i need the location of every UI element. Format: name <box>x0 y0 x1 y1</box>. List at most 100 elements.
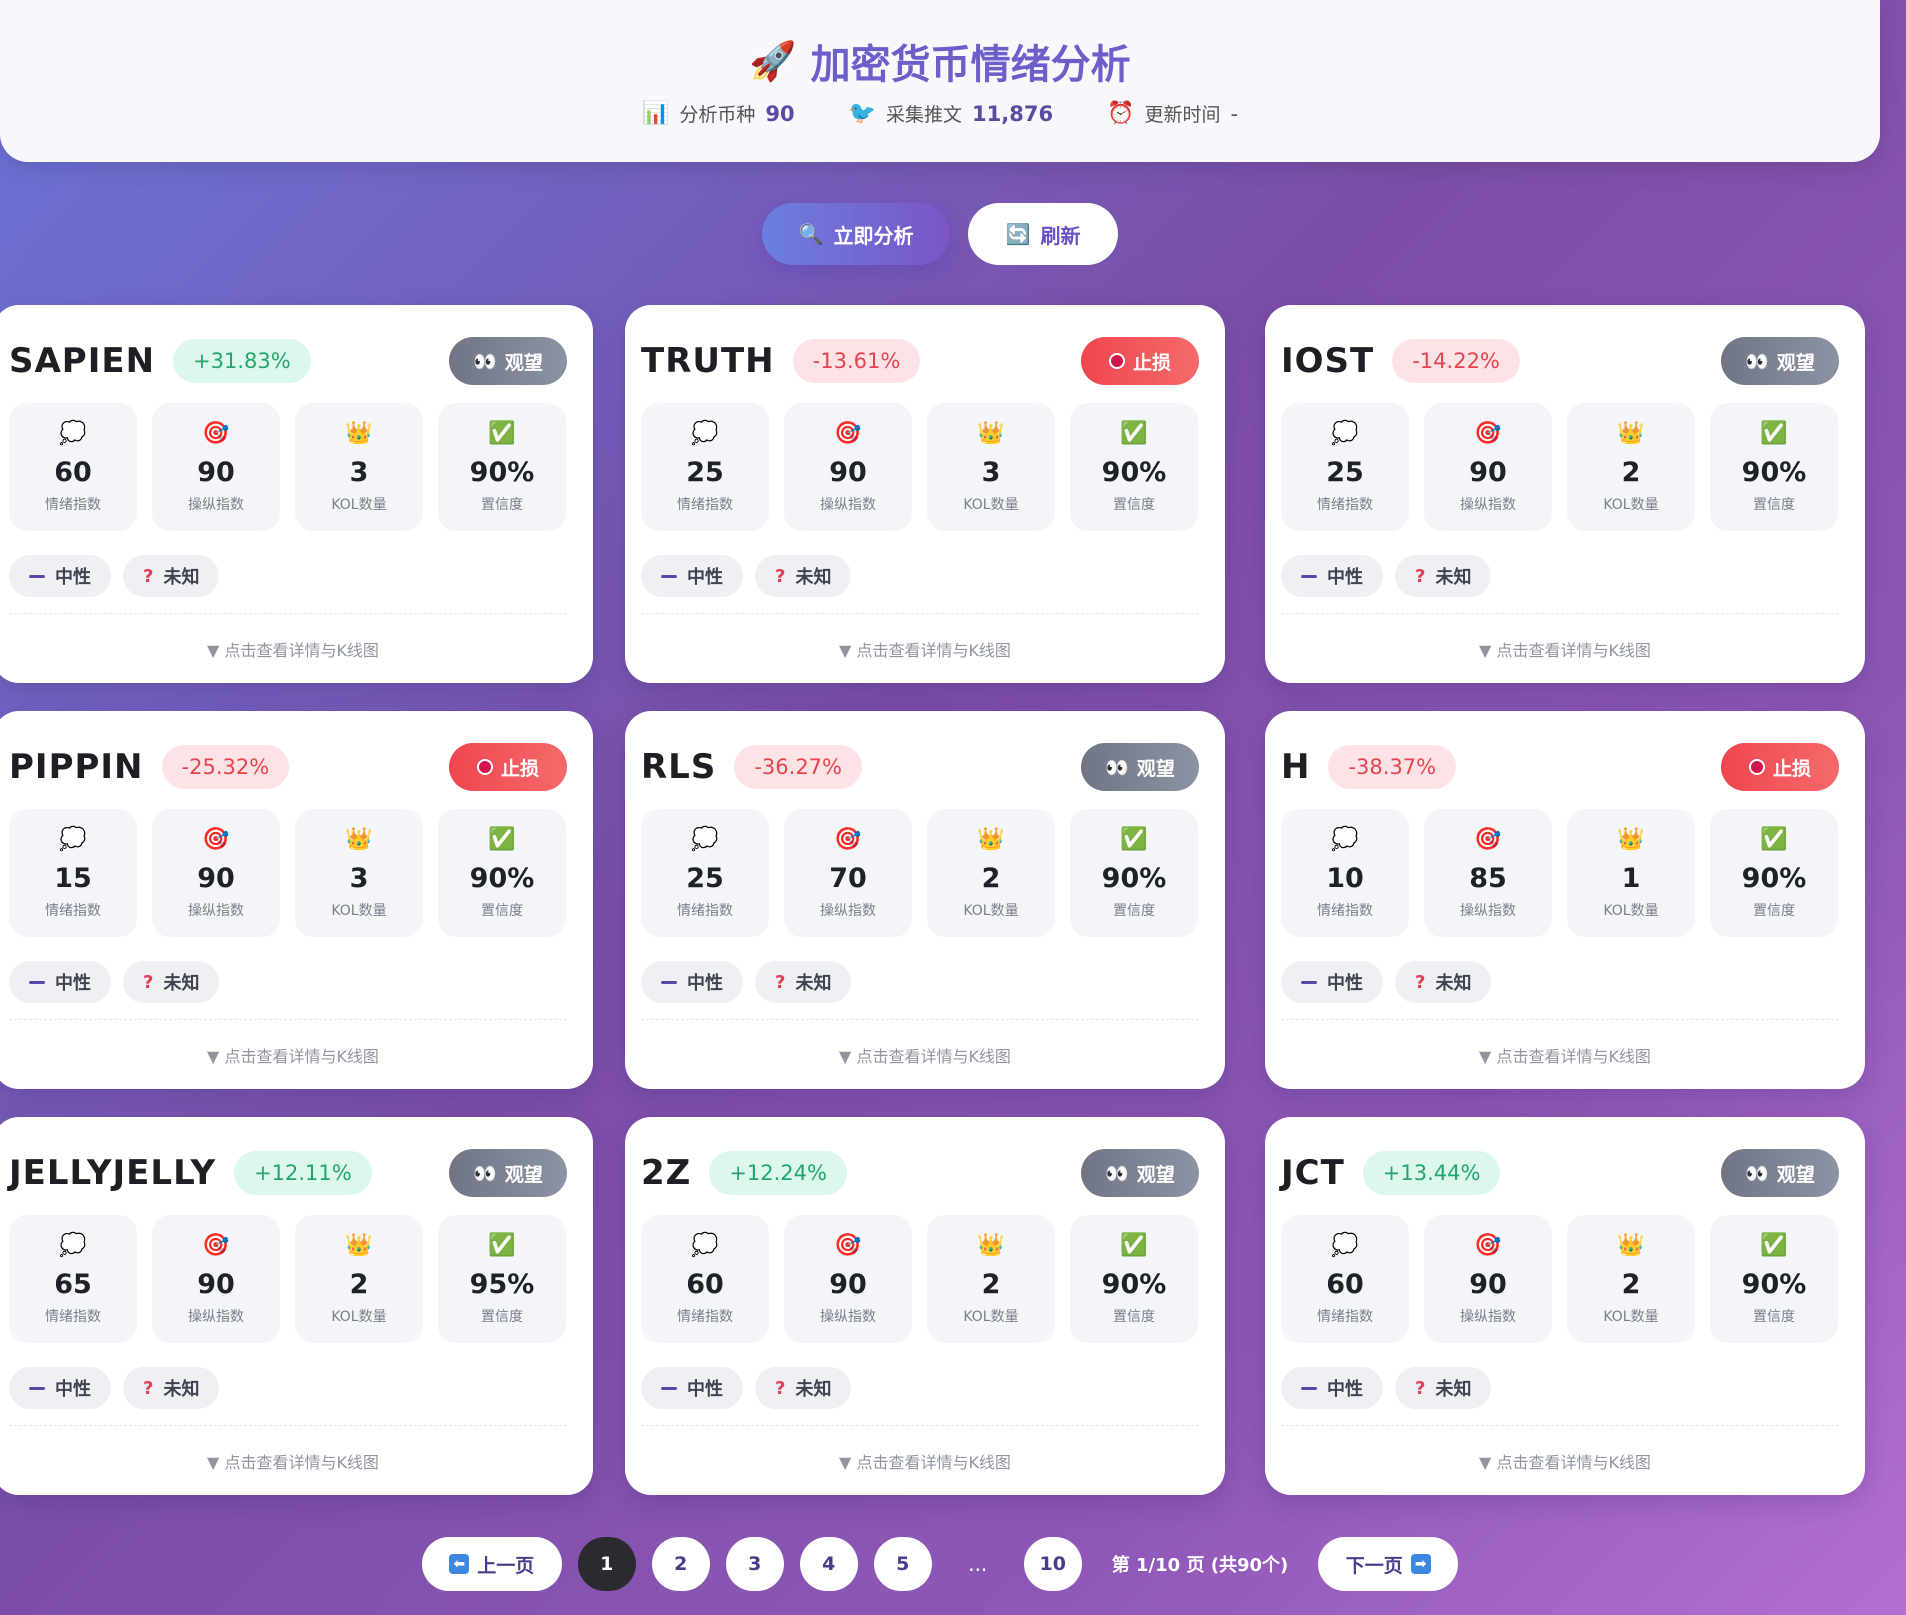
coin-card[interactable]: 2Z +12.24% 👀 观望 💭 60 情绪指数 🎯 90 操纵指数 👑 2 KOL数量 ✅ 90% 置信度… <box>625 1117 1225 1495</box>
view-detail-link[interactable]: ▼ 点击查看详情与K线图 <box>625 1043 1225 1067</box>
dash-icon <box>1301 980 1317 984</box>
metric-kol: 👑 2 KOL数量 <box>295 1215 423 1343</box>
action-tag: 👀 观望 <box>1081 743 1199 791</box>
pill-label: 未知 <box>1435 567 1472 588</box>
coin-symbol: PIPPIN <box>9 747 144 787</box>
view-detail-link[interactable]: ▼ 点击查看详情与K线图 <box>0 1449 593 1473</box>
pill-label: 中性 <box>55 1379 91 1400</box>
metric-label: 情绪指数 <box>677 1309 733 1325</box>
action-tag-label: 观望 <box>1776 351 1815 374</box>
metric-confidence: ✅ 90% 置信度 <box>438 403 566 531</box>
pill-label: 中性 <box>1327 1379 1363 1400</box>
pill-label: 中性 <box>687 973 723 994</box>
coin-symbol: SAPIEN <box>9 341 156 381</box>
arrow-left-icon: ⬅ <box>449 1554 470 1574</box>
page-button-3[interactable]: 3 <box>725 1537 784 1591</box>
metric-value: 90 <box>829 457 867 488</box>
view-detail-link[interactable]: ▼ 点击查看详情与K线图 <box>1265 637 1865 661</box>
card-header: H -38.37% 止损 <box>1281 741 1839 793</box>
metric-sentiment: 💭 10 情绪指数 <box>1281 809 1409 937</box>
dash-icon <box>29 980 45 984</box>
pill-unknown: ? 未知 <box>755 1367 852 1409</box>
pill-neutral: 中性 <box>9 1367 111 1409</box>
speech-bubble-icon: 💭 <box>1331 1233 1359 1258</box>
page-button-10[interactable]: 10 <box>1023 1537 1082 1591</box>
card-divider <box>641 613 1199 614</box>
metric-value: 25 <box>686 863 724 894</box>
pill-label: 中性 <box>55 973 91 994</box>
metric-value: 90 <box>197 863 235 894</box>
check-mark-icon: ✅ <box>1760 421 1788 446</box>
metric-label: KOL数量 <box>1603 1309 1659 1325</box>
prev-page-button[interactable]: ⬅ 上一页 <box>421 1537 562 1591</box>
metric-value: 90% <box>1101 1269 1167 1300</box>
page-button-5[interactable]: 5 <box>873 1537 932 1591</box>
action-tag: 👀 观望 <box>1721 337 1839 385</box>
stats-bar: 📊 分析币种 90 🐦 采集推文 11,876 ⏰ 更新时间 - <box>0 100 1880 127</box>
eyes-icon: 👀 <box>473 350 497 373</box>
card-header: TRUTH -13.61% 止损 <box>641 335 1199 387</box>
metric-label: 情绪指数 <box>677 497 733 513</box>
target-icon: 🎯 <box>202 827 230 852</box>
view-detail-link[interactable]: ▼ 点击查看详情与K线图 <box>0 637 593 661</box>
status-pills: 中性? 未知 <box>641 961 852 1003</box>
card-divider <box>9 1425 567 1426</box>
pill-neutral: 中性 <box>1281 961 1383 1003</box>
card-divider <box>9 613 567 614</box>
arrow-right-icon: ➡ <box>1410 1554 1431 1574</box>
view-detail-link[interactable]: ▼ 点击查看详情与K线图 <box>0 1043 593 1067</box>
metrics-row: 💭 60 情绪指数 🎯 90 操纵指数 👑 3 KOL数量 ✅ 90% 置信度 <box>9 403 566 531</box>
refresh-button[interactable]: 🔄 刷新 <box>968 203 1118 265</box>
coin-card[interactable]: JCT +13.44% 👀 观望 💭 60 情绪指数 🎯 90 操纵指数 👑 2 KOL数量 ✅ 90% 置信… <box>1265 1117 1865 1495</box>
next-page-button[interactable]: 下一页 ➡ <box>1318 1537 1459 1591</box>
triangle-down-icon: ▼ <box>207 1047 225 1066</box>
coin-card[interactable]: JELLYJELLY +12.11% 👀 观望 💭 65 情绪指数 🎯 90 操纵指数 👑 2 KOL数… <box>0 1117 593 1495</box>
question-mark-icon: ? <box>1415 565 1426 587</box>
pill-label: 中性 <box>1327 567 1363 588</box>
pill-label: 未知 <box>795 567 832 588</box>
analyze-button-label: 立即分析 <box>833 225 914 248</box>
stat-coins: 📊 分析币种 90 <box>642 100 795 127</box>
coin-card[interactable]: IOST -14.22% 👀 观望 💭 25 情绪指数 🎯 90 操纵指数 👑 2 KOL数量 ✅ 90% 置… <box>1265 305 1865 683</box>
stat-value: 11,876 <box>972 101 1054 126</box>
price-change-badge: -36.27% <box>734 745 862 789</box>
red-circle-icon <box>1108 353 1125 369</box>
metric-sentiment: 💭 25 情绪指数 <box>641 403 769 531</box>
coin-card[interactable]: SAPIEN +31.83% 👀 观望 💭 60 情绪指数 🎯 90 操纵指数 👑 3 KOL数量 ✅ 90… <box>0 305 593 683</box>
metric-manipulation: 🎯 90 操纵指数 <box>1424 403 1552 531</box>
metric-kol: 👑 2 KOL数量 <box>927 809 1055 937</box>
check-mark-icon: ✅ <box>488 827 516 852</box>
page-button-1[interactable]: 1 <box>577 1537 636 1591</box>
target-icon: 🎯 <box>834 1233 862 1258</box>
view-detail-link[interactable]: ▼ 点击查看详情与K线图 <box>1265 1449 1865 1473</box>
metric-value: 25 <box>1326 457 1364 488</box>
view-detail-link[interactable]: ▼ 点击查看详情与K线图 <box>1265 1043 1865 1067</box>
check-mark-icon: ✅ <box>1760 1233 1788 1258</box>
card-header: PIPPIN -25.32% 止损 <box>9 741 567 793</box>
price-change-badge: +12.11% <box>234 1151 372 1195</box>
metric-label: 操纵指数 <box>188 497 244 513</box>
coin-card[interactable]: PIPPIN -25.32% 止损 💭 15 情绪指数 🎯 90 操纵指数 👑 3 KOL数量 ✅ 90%… <box>0 711 593 1089</box>
metric-label: 置信度 <box>1753 1309 1795 1325</box>
coin-card[interactable]: H -38.37% 止损 💭 10 情绪指数 🎯 85 操纵指数 👑 1 KOL数量 ✅ 90% 置信度 中性… <box>1265 711 1865 1089</box>
target-icon: 🎯 <box>1474 1233 1502 1258</box>
view-detail-link[interactable]: ▼ 点击查看详情与K线图 <box>625 637 1225 661</box>
page-button-4[interactable]: 4 <box>799 1537 858 1591</box>
metric-label: 操纵指数 <box>820 1309 876 1325</box>
red-circle-icon <box>476 759 493 775</box>
metric-manipulation: 🎯 90 操纵指数 <box>784 1215 912 1343</box>
metric-label: 置信度 <box>481 1309 523 1325</box>
metric-kol: 👑 3 KOL数量 <box>927 403 1055 531</box>
view-detail-link[interactable]: ▼ 点击查看详情与K线图 <box>625 1449 1225 1473</box>
analyze-button[interactable]: 🔍 立即分析 <box>762 203 950 265</box>
metric-label: 置信度 <box>481 497 523 513</box>
metric-value: 2 <box>1621 457 1641 488</box>
dash-icon <box>1301 574 1317 578</box>
status-pills: 中性? 未知 <box>641 555 852 597</box>
page-button-2[interactable]: 2 <box>651 1537 710 1591</box>
coin-card[interactable]: RLS -36.27% 👀 观望 💭 25 情绪指数 🎯 70 操纵指数 👑 2 KOL数量 ✅ 90% 置信… <box>625 711 1225 1089</box>
coin-symbol: JELLYJELLY <box>9 1153 217 1193</box>
coin-card[interactable]: TRUTH -13.61% 止损 💭 25 情绪指数 🎯 90 操纵指数 👑 3 KOL数量 ✅ 90% 置… <box>625 305 1225 683</box>
question-mark-icon: ? <box>775 971 786 993</box>
check-mark-icon: ✅ <box>488 1233 516 1258</box>
